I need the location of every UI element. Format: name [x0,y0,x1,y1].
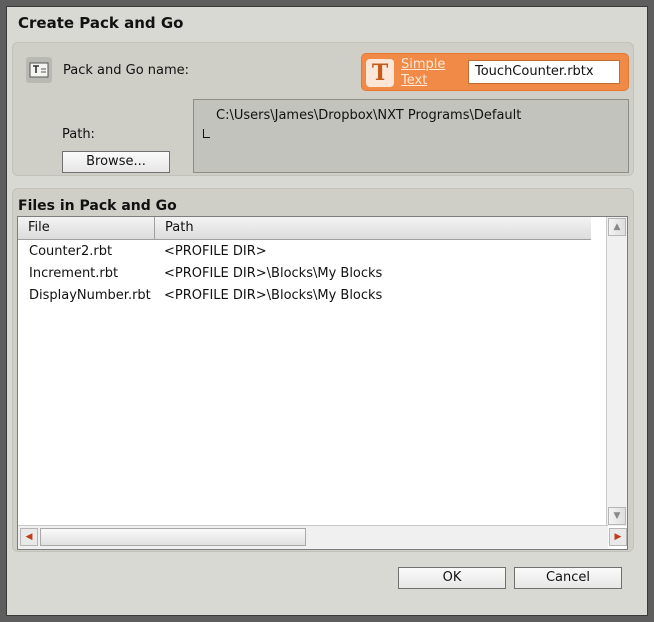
path-cell: <PROFILE DIR>\Blocks\My Blocks [164,266,383,281]
horizontal-scrollbar[interactable]: ◀ ▶ [18,525,627,549]
scroll-down-icon[interactable]: ▼ [608,507,626,525]
scroll-left-icon[interactable]: ◀ [20,528,38,546]
path-branch-icon [203,129,210,138]
ok-button[interactable]: OK [398,567,506,589]
file-cell: Counter2.rbt [29,244,113,259]
path-label: Path: [62,127,95,142]
vertical-scrollbar[interactable]: ▲ ▼ [606,217,627,526]
pack-name-label: Pack and Go name: [63,63,190,78]
table-header: File Path [18,217,591,240]
cancel-button[interactable]: Cancel [514,567,622,589]
path-cell: <PROFILE DIR> [164,244,267,259]
files-section-title: Files in Pack and Go [18,198,177,214]
pack-name-value: TouchCounter.rbtx [475,64,594,79]
file-cell: DisplayNumber.rbt [29,288,151,303]
path-value: C:\Users\James\Dropbox\NXT Programs\Defa… [216,108,522,123]
text-T-icon: T [366,59,394,87]
dialog-title: Create Pack and Go [18,14,184,32]
name-path-panel: Pack and Go name: T Simple Text TouchCou… [12,42,634,176]
column-header-path[interactable]: Path [155,217,591,239]
simple-text-link[interactable]: Simple Text [401,57,457,89]
file-cell: Increment.rbt [29,266,119,281]
browse-button[interactable]: Browse... [62,151,170,173]
scroll-up-icon[interactable]: ▲ [608,218,626,236]
text-entry-icon [26,57,52,83]
path-display: C:\Users\James\Dropbox\NXT Programs\Defa… [193,99,629,173]
horizontal-scroll-thumb[interactable] [40,528,306,546]
files-table: File Path Counter2.rbt <PROFILE DIR> Inc… [17,216,628,550]
table-row[interactable]: Increment.rbt <PROFILE DIR>\Blocks\My Bl… [18,266,591,288]
path-cell: <PROFILE DIR>\Blocks\My Blocks [164,288,383,303]
pack-name-input[interactable]: TouchCounter.rbtx [468,60,620,84]
scroll-right-icon[interactable]: ▶ [609,528,627,546]
column-header-file[interactable]: File [18,217,155,239]
simple-text-box: T Simple Text TouchCounter.rbtx [361,53,629,91]
table-row[interactable]: Counter2.rbt <PROFILE DIR> [18,244,591,266]
table-row[interactable]: DisplayNumber.rbt <PROFILE DIR>\Blocks\M… [18,288,591,310]
